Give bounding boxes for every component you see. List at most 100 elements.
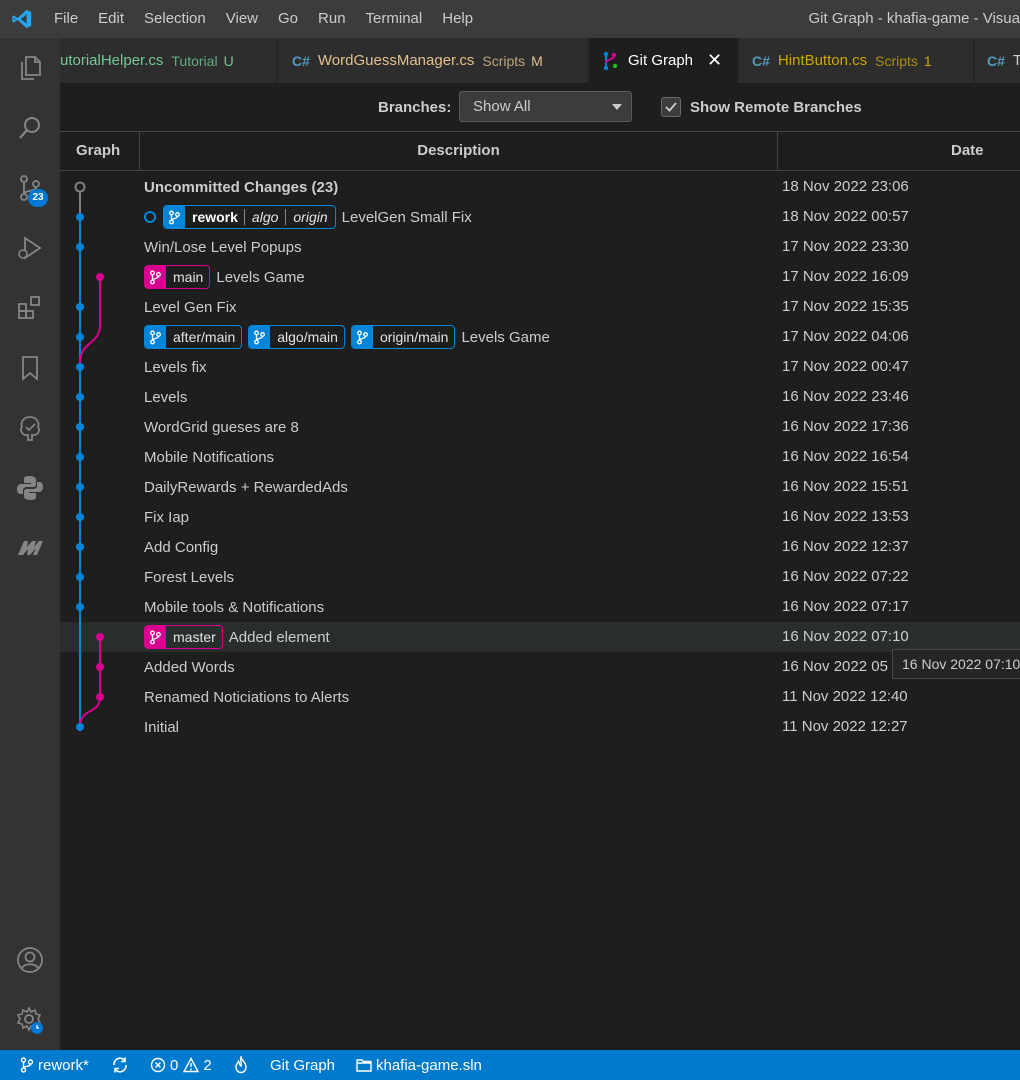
commit-date: 17 Nov 2022 00:47 [782,358,909,375]
python-icon[interactable] [0,458,60,518]
git-branch-icon [351,326,373,348]
commit-description: DailyRewards + RewardedAds [144,472,348,502]
column-header-date[interactable]: Date [777,132,1020,170]
commit-date: 17 Nov 2022 04:06 [782,328,909,345]
show-remote-checkbox[interactable] [661,97,681,117]
menu-edit[interactable]: Edit [88,0,134,38]
commit-message: Levels fix [144,358,207,376]
source-control-icon[interactable]: 23 [0,158,60,218]
commit-date: 16 Nov 2022 23:46 [782,388,909,405]
commit-row[interactable]: Mobile Notifications 16 Nov 2022 16:54 [60,442,1020,472]
commit-row[interactable]: Levels fix 17 Nov 2022 00:47 [60,352,1020,382]
commit-row[interactable]: Added Words 16 Nov 2022 05 [60,652,1020,682]
extensions-icon[interactable] [0,278,60,338]
explorer-icon[interactable] [0,38,60,98]
menu-view[interactable]: View [216,0,268,38]
commit-description: Added Words [144,652,235,682]
tab-description: Scripts [482,52,526,69]
commit-message: Add Config [144,538,219,556]
commit-row[interactable]: Forest Levels 16 Nov 2022 07:22 [60,562,1020,592]
close-icon[interactable]: ✕ [707,50,722,71]
commit-message: Levels Game [461,328,550,346]
tab-overflow[interactable]: C# T [975,38,1020,83]
branches-dropdown[interactable]: Show All [459,91,632,122]
commit-message: DailyRewards + RewardedAds [144,478,348,496]
status-bar: rework* 0 2 Git Graph khafia-game.sln [0,1050,1020,1080]
menu-file[interactable]: File [44,0,88,38]
git-branch-icon [145,266,166,288]
tab-label: HintButton.cs [777,52,868,69]
commit-row[interactable]: master Added element 16 Nov 2022 07:10 [60,622,1020,652]
tab-hintbutton[interactable]: C# HintButton.cs Scripts 1 [739,38,974,83]
branch-ref-label[interactable]: algo/main [248,325,345,349]
commit-row[interactable]: Fix Iap 16 Nov 2022 13:53 [60,502,1020,532]
m-logo-icon[interactable] [0,518,60,578]
commit-row[interactable]: WordGrid gueses are 8 16 Nov 2022 17:36 [60,412,1020,442]
sync-icon[interactable] [111,1050,133,1080]
commit-row[interactable]: Uncommitted Changes (23) 18 Nov 2022 23:0… [60,172,1020,202]
search-icon[interactable] [0,98,60,158]
git-tree-icon[interactable] [0,398,60,458]
commit-row[interactable]: Add Config 16 Nov 2022 12:37 [60,532,1020,562]
commit-row[interactable]: Levels 16 Nov 2022 23:46 [60,382,1020,412]
git-graph-controls: Branches: Show All Show Remote Branches [60,83,1020,131]
column-header-description[interactable]: Description [139,132,777,170]
commit-date: 16 Nov 2022 07:10 [782,628,909,645]
branch-ref-label[interactable]: after/main [144,325,243,349]
commit-row[interactable]: rework algo origin LevelGen Small Fix 18 Nov… [60,202,1020,232]
tab-status: 1 [923,52,932,69]
bookmarks-icon[interactable] [0,338,60,398]
flame-icon[interactable] [233,1050,253,1080]
account-icon[interactable] [0,930,60,990]
solution-status[interactable]: khafia-game.sln [356,1050,482,1080]
menu-bar: File Edit Selection View Go Run Terminal… [44,0,483,38]
commit-message: Uncommitted Changes (23) [144,178,339,196]
commit-row[interactable]: Renamed Noticiations to Alerts 11 Nov 202… [60,682,1020,712]
menu-run[interactable]: Run [308,0,356,38]
tab-wordguessmanager[interactable]: C# WordGuessManager.cs Scripts M [278,38,589,83]
commit-date: 16 Nov 2022 07:22 [782,568,909,585]
menu-selection[interactable]: Selection [134,0,216,38]
commit-row[interactable]: main Levels Game 17 Nov 2022 16:09 [60,262,1020,292]
tab-git-graph[interactable]: Git Graph ✕ [590,38,738,83]
menu-help[interactable]: Help [432,0,483,38]
commit-date: 17 Nov 2022 15:35 [782,298,909,315]
commit-row[interactable]: Level Gen Fix 17 Nov 2022 15:35 [60,292,1020,322]
window-title: Git Graph - khafia-game - Visua [808,10,1020,27]
remote-ref-name[interactable]: algo [243,209,285,225]
commit-description: Mobile Notifications [144,442,274,472]
commit-row[interactable]: DailyRewards + RewardedAds 16 Nov 2022 15… [60,472,1020,502]
commit-description: Levels fix [144,352,207,382]
branch-status[interactable]: rework* [20,1050,89,1080]
commit-row[interactable]: Win/Lose Level Popups 17 Nov 2022 23:30 [60,232,1020,262]
branch-ref-label[interactable]: rework algo origin [163,205,336,229]
settings-gear-icon[interactable] [0,990,60,1050]
commit-date: 16 Nov 2022 13:53 [782,508,909,525]
commit-row[interactable]: after/main algo/main origin/main Levels Gam… [60,322,1020,352]
git-graph-status-button[interactable]: Git Graph [270,1050,335,1080]
commit-description: Add Config [144,532,218,562]
commit-date: 16 Nov 2022 12:37 [782,538,909,555]
commit-row[interactable]: Initial 11 Nov 2022 12:27 [60,712,1020,742]
run-debug-icon[interactable] [0,218,60,278]
commit-date: 16 Nov 2022 16:54 [782,448,909,465]
branch-ref-label[interactable]: main [144,265,211,289]
commit-description: Levels [144,382,187,412]
tab-tutorialhelper[interactable]: utorialHelper.cs Tutorial U [60,38,277,83]
menu-terminal[interactable]: Terminal [356,0,433,38]
commit-description: Initial [144,712,179,742]
menu-go[interactable]: Go [268,0,308,38]
commit-date: 11 Nov 2022 12:27 [782,718,908,735]
remote-ref-name[interactable]: origin [285,209,334,225]
commit-row[interactable]: Mobile tools & Notifications 16 Nov 2022 … [60,592,1020,622]
branch-ref-label[interactable]: origin/main [350,325,456,349]
git-branch-icon [164,206,185,228]
problems-status[interactable]: 0 2 [150,1050,212,1080]
show-remote-label[interactable]: Show Remote Branches [690,99,862,116]
tab-description: Scripts [875,52,918,69]
column-header-graph[interactable]: Graph [76,132,120,170]
branch-ref-label[interactable]: master [144,625,223,649]
warning-count: 2 [203,1056,212,1074]
commit-message: Fix Iap [144,508,190,526]
commit-description: Forest Levels [144,562,234,592]
